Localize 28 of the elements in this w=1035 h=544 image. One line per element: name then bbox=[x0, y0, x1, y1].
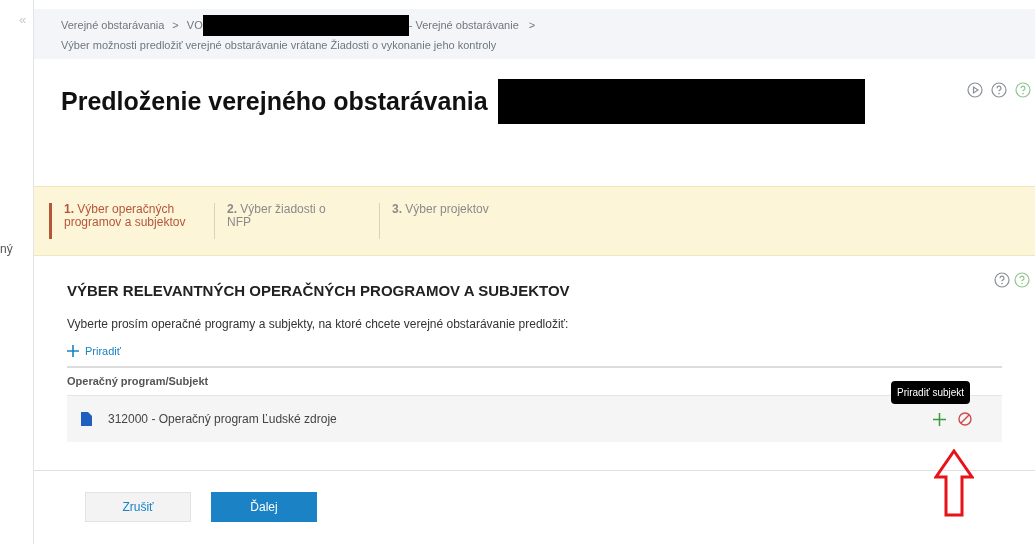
prohibited-icon[interactable] bbox=[958, 412, 972, 426]
section-title: VÝBER RELEVANTNÝCH OPERAČNÝCH PROGRAMOV A SUBJEKTOV bbox=[67, 281, 570, 301]
breadcrumb-current: Výber možnosti predložiť verejné obstarávanie vrátane Žiadosti o vykonanie jeho kontroly bbox=[61, 38, 498, 53]
breadcrumb-link[interactable]: - Verejné obstarávanie bbox=[408, 16, 519, 35]
help-icon[interactable] bbox=[1014, 272, 1030, 288]
step-tab[interactable]: 2. Výber žiadosti o NFP bbox=[214, 203, 379, 239]
breadcrumb-link[interactable]: Verejné obstarávania bbox=[61, 16, 165, 35]
instruction-text: Vyberte prosím operačné programy a subjekty, na ktoré chcete verejné obstarávanie predložiť: bbox=[67, 315, 570, 333]
step-tab[interactable]: 3. Výber projektov bbox=[379, 203, 544, 239]
sidebar-text: ný bbox=[0, 241, 13, 258]
help-icon[interactable] bbox=[994, 272, 1010, 288]
plus-icon bbox=[67, 344, 79, 357]
program-name: 312000 - Operačný program Ľudské zdroje bbox=[108, 411, 337, 428]
page-title: Predloženie verejného obstarávania bbox=[61, 86, 488, 117]
plus-icon[interactable] bbox=[933, 412, 946, 426]
document-icon bbox=[81, 412, 92, 426]
cancel-button[interactable]: Zrušiť bbox=[85, 492, 191, 522]
next-button[interactable]: Ďalej bbox=[211, 492, 317, 522]
breadcrumb-separator: > bbox=[528, 18, 536, 33]
play-icon[interactable] bbox=[967, 82, 983, 98]
breadcrumb-separator: > bbox=[172, 18, 179, 33]
arrow-drawing bbox=[934, 449, 974, 517]
breadcrumb-link[interactable]: VO bbox=[186, 16, 203, 35]
assign-link[interactable]: Priradiť bbox=[67, 342, 121, 359]
help-icon[interactable] bbox=[991, 82, 1007, 98]
tooltip: Priradiť subjekt bbox=[891, 381, 971, 404]
step-tab[interactable]: 1. Výber operačných programov a subjektov bbox=[49, 203, 214, 239]
help-icon[interactable] bbox=[1015, 82, 1031, 98]
